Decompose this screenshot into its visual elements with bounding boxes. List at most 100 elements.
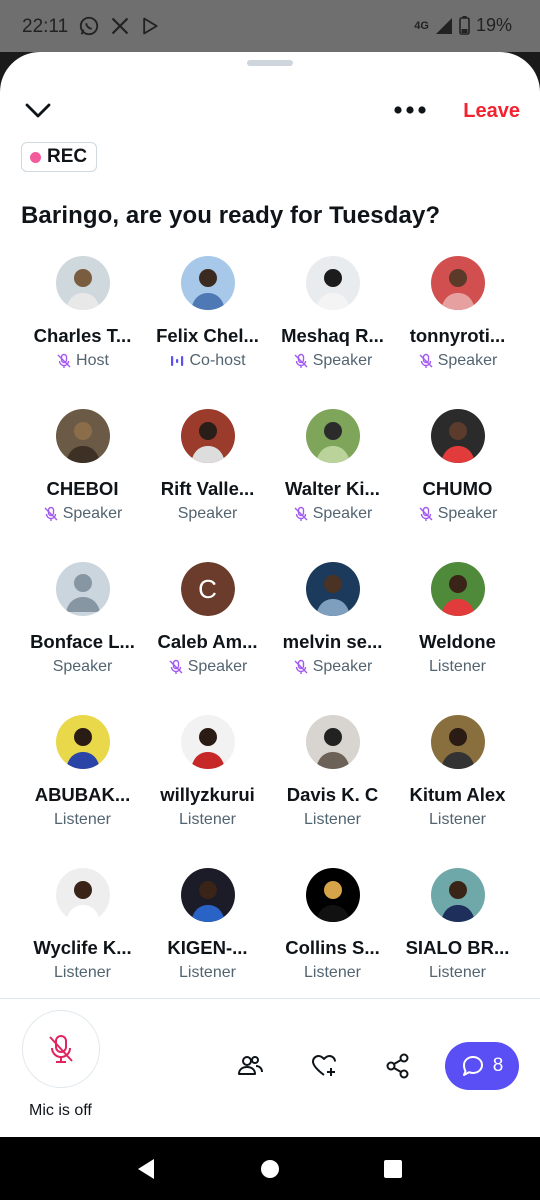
participant-role: Co-host	[169, 352, 246, 370]
whatsapp-icon	[79, 16, 99, 36]
space-sheet: Leave REC Baringo, are you ready for Tue…	[0, 52, 540, 1137]
participant-role-label: Listener	[429, 811, 486, 828]
participant-card[interactable]: melvin se... Speaker	[270, 562, 395, 715]
mic-off-icon	[49, 1035, 73, 1063]
participant-role: Speaker	[418, 505, 498, 523]
share-icon[interactable]	[384, 1052, 412, 1080]
system-nav-bar	[0, 1137, 540, 1200]
participant-role: Listener	[304, 964, 361, 982]
participant-role: Listener	[429, 964, 486, 982]
chat-icon	[462, 1056, 483, 1076]
participant-card[interactable]: Charles T... Host	[20, 256, 145, 409]
participant-role-label: Listener	[304, 811, 361, 828]
people-icon[interactable]	[236, 1052, 264, 1080]
participant-name: KIGEN-...	[167, 937, 248, 958]
back-icon[interactable]	[136, 1158, 156, 1180]
participant-role: Speaker	[293, 505, 372, 523]
avatar	[55, 562, 110, 616]
avatar-initial: C	[180, 562, 235, 616]
participant-card[interactable]: Rift Valle... Speaker	[145, 409, 270, 562]
participant-role: Listener	[179, 964, 236, 982]
participant-role: Speaker	[178, 505, 238, 523]
drag-handle[interactable]	[247, 60, 293, 66]
avatar	[305, 715, 360, 769]
participant-name: ABUBAK...	[34, 784, 131, 805]
participant-role-label: Speaker	[437, 505, 498, 522]
play-store-icon	[143, 17, 158, 35]
mic-status-label: Mic is off	[29, 1102, 92, 1119]
participant-card[interactable]: Weldone Listener	[395, 562, 520, 715]
participant-role: Speaker	[293, 352, 373, 370]
participant-role: Speaker	[418, 352, 498, 370]
participant-card[interactable]: Meshaq R... Speaker	[270, 256, 395, 409]
home-icon[interactable]	[260, 1159, 280, 1179]
participant-role-label: Co-host	[189, 352, 246, 369]
participant-card[interactable]: Felix Chel... Co-host	[145, 256, 270, 409]
participant-role: Host	[56, 352, 109, 370]
avatar	[55, 868, 110, 922]
participant-card[interactable]: Bonface L... Speaker	[20, 562, 145, 715]
participant-role-label: Listener	[429, 658, 486, 675]
battery-icon	[459, 16, 470, 35]
battery-percent: 19%	[475, 15, 512, 35]
participant-role-label: Speaker	[177, 505, 238, 522]
participant-role: Listener	[429, 811, 486, 829]
space-title: Baringo, are you ready for Tuesday?	[21, 202, 441, 229]
participant-name: SIALO BR...	[405, 937, 510, 958]
recents-icon[interactable]	[383, 1159, 403, 1179]
participant-card[interactable]: willyzkurui Listener	[145, 715, 270, 868]
participant-card[interactable]: ABUBAK... Listener	[20, 715, 145, 868]
mic-muted-icon	[44, 506, 58, 521]
avatar	[55, 409, 110, 463]
participant-name: Charles T...	[33, 325, 132, 346]
mic-muted-icon	[57, 353, 71, 368]
chat-button[interactable]: 8	[445, 1042, 519, 1090]
participant-role-label: Speaker	[52, 658, 113, 675]
avatar	[430, 715, 485, 769]
participant-role-label: Speaker	[312, 658, 373, 675]
participant-role-label: Speaker	[312, 352, 373, 369]
rec-dot	[30, 151, 41, 163]
heart-plus-icon[interactable]	[310, 1052, 338, 1080]
avatar	[55, 256, 110, 310]
participant-role-label: Listener	[429, 964, 486, 981]
participant-role: Listener	[429, 658, 486, 676]
participant-role-label: Speaker	[437, 352, 498, 369]
participant-card[interactable]: Davis K. C Listener	[270, 715, 395, 868]
participant-name: Collins S...	[285, 937, 380, 958]
avatar	[180, 256, 235, 310]
leave-button[interactable]: Leave	[463, 100, 520, 123]
avatar	[430, 256, 485, 310]
status-bar: 22:11 4G 19%	[0, 0, 540, 52]
chevron-down-icon[interactable]	[24, 100, 52, 120]
status-time: 22:11	[22, 16, 69, 37]
avatar	[305, 868, 360, 922]
mic-toggle-button[interactable]	[22, 1010, 100, 1088]
participant-role-label: Listener	[304, 964, 361, 981]
participant-card[interactable]: CHEBOI Speaker	[20, 409, 145, 562]
participant-card[interactable]: tonnyroti... Speaker	[395, 256, 520, 409]
participant-card[interactable]: C Caleb Am... Speaker	[145, 562, 270, 715]
participant-name: Felix Chel...	[156, 325, 259, 346]
participant-role: Speaker	[168, 658, 247, 676]
avatar	[180, 715, 235, 769]
participant-role-label: Host	[76, 352, 109, 369]
participant-name: Davis K. C	[286, 784, 379, 805]
more-icon[interactable]	[392, 102, 428, 118]
participant-role: Listener	[54, 964, 111, 982]
participant-name: Walter Ki...	[285, 478, 380, 499]
avatar	[430, 868, 485, 922]
avatar	[430, 409, 485, 463]
speaking-icon	[171, 356, 184, 366]
participant-name: CHUMO	[422, 478, 493, 499]
participant-card[interactable]: Kitum Alex Listener	[395, 715, 520, 868]
mic-muted-icon	[419, 506, 433, 521]
participant-card[interactable]: CHUMO Speaker	[395, 409, 520, 562]
avatar	[180, 868, 235, 922]
participant-card[interactable]: Walter Ki... Speaker	[270, 409, 395, 562]
mic-muted-icon	[294, 659, 308, 674]
rec-badge: REC	[21, 142, 98, 172]
participant-name: Weldone	[419, 631, 496, 652]
participant-name: CHEBOI	[46, 478, 119, 499]
participant-role-label: Listener	[179, 964, 236, 981]
